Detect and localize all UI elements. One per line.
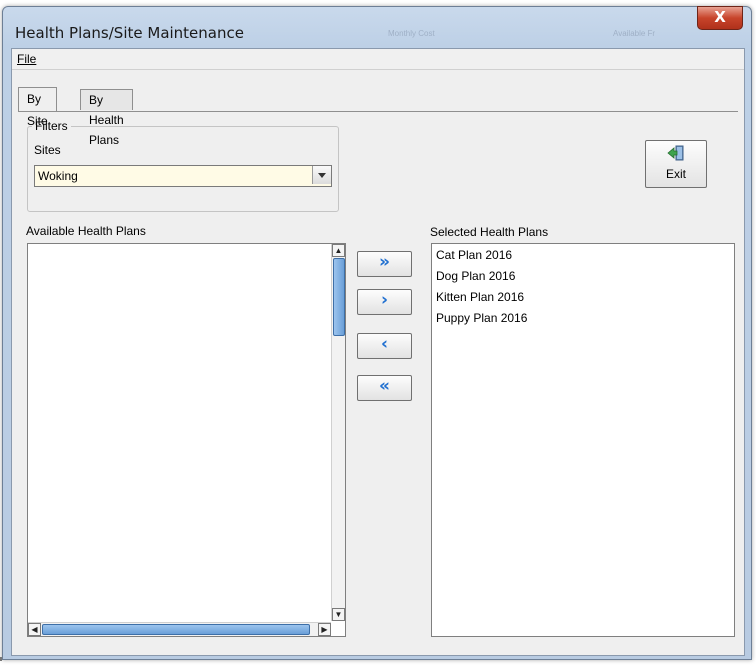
exit-door-icon [667, 145, 684, 161]
exit-label: Exit [665, 167, 686, 181]
remove-all-button[interactable]: « [357, 375, 412, 401]
available-plans-label: Available Health Plans [26, 224, 146, 238]
menu-bar: File [12, 49, 744, 70]
client-area: File By Site By Health Plans Filters Sit… [11, 48, 745, 656]
scroll-right-icon[interactable]: ▶ [318, 623, 331, 636]
chevron-down-icon[interactable] [312, 166, 331, 184]
selected-plans-label: Selected Health Plans [430, 225, 549, 239]
scroll-up-icon[interactable]: ▲ [332, 244, 345, 257]
list-item[interactable]: Puppy Plan 2016 [436, 311, 527, 325]
sites-label: Sites [34, 143, 61, 157]
filters-group: Filters Sites Woking [27, 119, 339, 212]
health-plans-window: Health Plans/Site Maintenance Monthly Co… [2, 6, 752, 660]
list-item[interactable]: Cat Plan 2016 [436, 248, 512, 262]
title-bar[interactable]: Health Plans/Site Maintenance Monthly Co… [3, 6, 751, 49]
background-window-title: Monthly Cost [388, 29, 435, 38]
available-plans-list[interactable]: ▲ ▼ ◀ ▶ [27, 243, 346, 637]
close-button[interactable]: X [697, 6, 743, 30]
add-all-button[interactable]: » [357, 251, 412, 277]
sites-dropdown[interactable]: Woking [34, 165, 332, 187]
screen-edge-mark [0, 657, 2, 661]
tab-divider [18, 111, 738, 112]
selected-plans-list[interactable]: Cat Plan 2016 Dog Plan 2016 Kitten Plan … [431, 243, 735, 637]
horizontal-scroll-thumb[interactable] [42, 624, 310, 635]
tab-by-site[interactable]: By Site [18, 87, 57, 128]
tab-by-health-plans[interactable]: By Health Plans [80, 89, 133, 147]
list-item[interactable]: Dog Plan 2016 [436, 269, 515, 283]
sites-dropdown-value: Woking [38, 169, 78, 183]
exit-button[interactable]: Exit [645, 140, 707, 188]
vertical-scroll-thumb[interactable] [333, 258, 345, 336]
list-item[interactable]: Kitten Plan 2016 [436, 290, 524, 304]
scroll-left-icon[interactable]: ◀ [28, 623, 41, 636]
vertical-scrollbar[interactable]: ▲ ▼ [331, 244, 345, 621]
background-window-title: Available Fr [613, 29, 656, 38]
window-title: Health Plans/Site Maintenance [15, 24, 244, 42]
scroll-down-icon[interactable]: ▼ [332, 608, 345, 621]
menu-file[interactable]: File [17, 52, 36, 66]
horizontal-scrollbar[interactable]: ◀ ▶ [28, 622, 331, 636]
remove-one-button[interactable]: ‹ [357, 333, 412, 359]
add-one-button[interactable]: › [357, 289, 412, 315]
